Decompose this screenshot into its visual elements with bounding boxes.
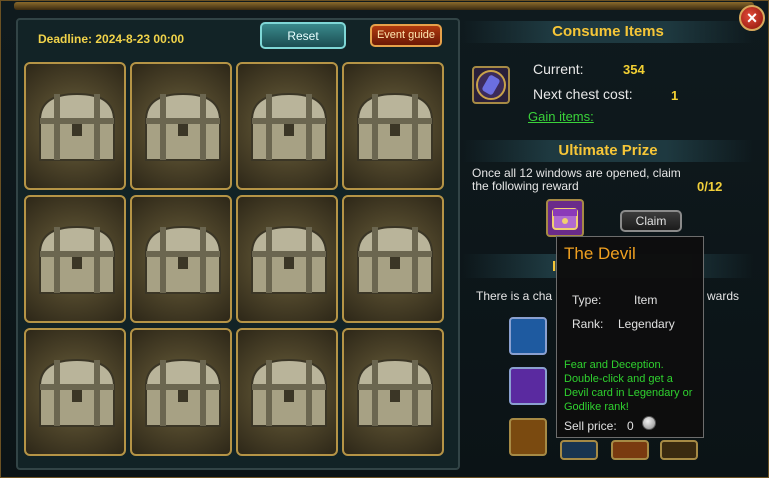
treasure-chest-icon [356,92,434,161]
chest-window[interactable] [24,195,126,323]
chest-window[interactable] [342,195,444,323]
current-label: Current: [533,61,584,77]
crystal-item-icon [476,70,506,100]
claim-button[interactable]: Claim [620,210,682,232]
ultimate-progress: 0/12 [697,179,723,194]
chest-window[interactable] [342,62,444,190]
treasure-chest-icon [144,358,222,427]
chest-window[interactable] [24,62,126,190]
reward-slot-1[interactable] [509,317,547,355]
chest-window[interactable] [130,328,232,456]
consume-item-slot[interactable] [472,66,510,104]
ultimate-description: Once all 12 windows are opened, claim th… [472,166,681,193]
deadline-text: Deadline: 2024-8-23 00:00 [38,32,185,46]
treasure-chest-icon [250,358,328,427]
rewards-text-left: There is a cha [476,289,553,303]
tooltip-rank-label: Rank: [572,317,604,331]
reward-slot-2[interactable] [509,367,547,405]
treasure-chest-icon [144,225,222,294]
treasure-chest-icon [250,92,328,161]
reward-slot-5[interactable] [611,440,649,460]
treasure-chest-icon [356,358,434,427]
next-chest-cost-label: Next chest cost: [533,86,633,102]
rewards-text-right: wards [707,289,740,303]
reset-button[interactable]: Reset [260,22,346,49]
ultimate-reward-slot[interactable] [546,199,584,237]
tooltip-item-name: The Devil [564,244,636,263]
reward-slot-6[interactable] [660,440,698,460]
treasure-chest-icon [144,92,222,161]
treasure-chest-icon [250,225,328,294]
treasure-chest-icon [38,358,116,427]
gain-items-link[interactable]: Gain items: [528,109,594,124]
current-value: 354 [623,62,645,77]
reward-slot-4[interactable] [560,440,598,460]
tooltip-description: Fear and Deception. Double-click and get… [564,359,693,413]
reward-slot-3[interactable] [509,418,547,456]
item-tooltip: The Devil Type: Item Rank: Legendary Fea… [556,236,704,438]
tooltip-type-value: Item [634,293,658,307]
chest-window[interactable] [342,328,444,456]
tooltip-sell-label: Sell price: [564,419,617,433]
treasure-chest-icon [38,92,116,161]
chest-window[interactable] [236,328,338,456]
tooltip-sell-value: 0 [627,419,634,433]
chest-window[interactable] [130,195,232,323]
event-guide-button[interactable]: Event guide [370,24,442,47]
tooltip-rank-value: Legendary [618,317,675,331]
treasure-chest-icon [38,225,116,294]
window-top-ornament [14,2,754,10]
chest-grid [24,62,444,462]
consume-items-title: Consume Items [462,21,754,43]
treasure-chest-icon [356,225,434,294]
devil-card-icon [552,208,578,230]
chest-window[interactable] [130,62,232,190]
close-icon: × [746,8,758,28]
next-chest-cost-value: 1 [671,88,679,103]
chest-window[interactable] [236,62,338,190]
close-button[interactable]: × [739,5,765,31]
silver-coin-icon [642,416,656,430]
chest-window[interactable] [24,328,126,456]
chest-window[interactable] [236,195,338,323]
ultimate-prize-title: Ultimate Prize [462,140,754,162]
tooltip-type-label: Type: [572,293,602,307]
